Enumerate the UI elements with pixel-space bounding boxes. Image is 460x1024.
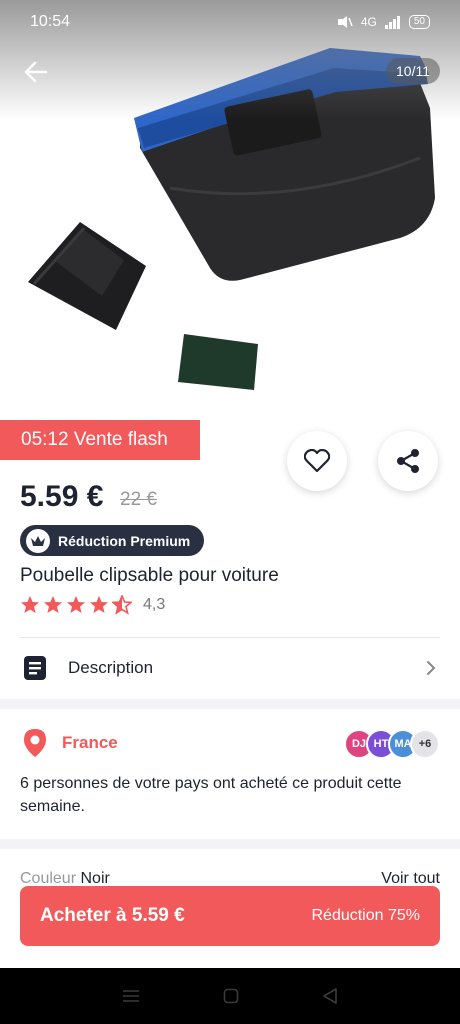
location-row: France (22, 728, 118, 758)
rating-value: 4,3 (143, 596, 166, 613)
menu-icon[interactable] (122, 988, 140, 1004)
star-icon (67, 596, 85, 613)
share-icon (397, 449, 419, 473)
star-icon (21, 596, 39, 613)
chevron-right-icon (427, 661, 436, 675)
share-button[interactable] (378, 431, 438, 491)
flash-sale-banner: 05:12 Vente flash (0, 420, 200, 460)
system-navigation-bar (0, 968, 460, 1024)
document-icon (24, 656, 46, 680)
location-country: France (62, 733, 118, 752)
original-price: 22 € (120, 489, 157, 510)
description-row[interactable]: Description (0, 638, 460, 698)
crown-icon (26, 528, 50, 553)
status-icons: 4G 50 (335, 15, 430, 29)
section-separator (0, 839, 460, 849)
status-time: 10:54 (30, 13, 71, 30)
buy-button[interactable]: Acheter à 5.59 € Réduction 75% (20, 886, 440, 946)
star-icon (44, 596, 62, 613)
battery-indicator: 50 (408, 15, 430, 29)
variant-key: Couleur (20, 870, 77, 887)
star-icon (90, 596, 108, 613)
half-star-icon (112, 595, 132, 615)
buyer-avatars: DJ HT MA +6 (344, 729, 440, 759)
social-proof-text: 6 personnes de votre pays ont acheté ce … (20, 775, 402, 815)
status-bar: 10:54 4G 50 (0, 0, 460, 44)
section-separator (0, 699, 460, 709)
image-counter: 10/11 (386, 58, 440, 84)
product-image-gallery[interactable]: 10:54 4G 50 10/11 (0, 0, 460, 420)
buy-discount-label: Réduction 75% (311, 907, 420, 924)
premium-badge-label: Réduction Premium (58, 532, 191, 549)
back-arrow-icon[interactable] (22, 58, 50, 86)
location-pin-icon (24, 729, 46, 757)
home-icon[interactable] (223, 988, 239, 1004)
product-image-pad (178, 334, 258, 390)
mute-icon (337, 16, 353, 28)
favorite-button[interactable] (287, 431, 347, 491)
avatar-more-count: +6 (410, 729, 440, 759)
product-rating[interactable]: 4,3 (20, 595, 165, 615)
network-label: 4G (360, 15, 377, 29)
back-icon[interactable] (322, 987, 338, 1005)
premium-discount-badge[interactable]: Réduction Premium (20, 525, 205, 556)
description-label: Description (68, 658, 154, 677)
current-price: 5.59 € (20, 480, 104, 513)
product-image-clip (28, 222, 146, 330)
buy-button-label: Acheter à 5.59 € (40, 905, 185, 926)
heart-icon (304, 449, 330, 473)
product-title: Poubelle clipsable pour voiture (20, 565, 279, 586)
variant-value: Noir (80, 870, 110, 887)
signal-icon (384, 16, 400, 29)
